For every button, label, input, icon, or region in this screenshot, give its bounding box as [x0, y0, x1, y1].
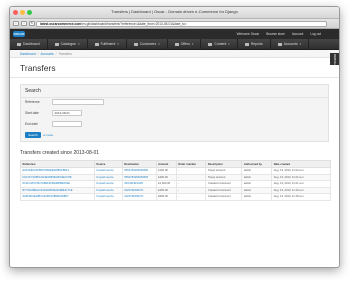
end-date-input[interactable]	[52, 121, 82, 127]
breadcrumb-accounts[interactable]: Accounts	[40, 52, 53, 56]
column-header[interactable]: Destination	[121, 160, 157, 168]
amount-cell: £500.00	[155, 193, 177, 201]
browse-store-link[interactable]: Browse store	[266, 32, 285, 36]
top-bar: OSCAR Welcome Oscar Browse store Account…	[10, 29, 339, 65]
browser-window: Transfers | Dashboard | Oscar - Domain d…	[9, 6, 340, 268]
breadcrumb-transfers: Transfers	[58, 52, 72, 56]
url-host: latest.oscarcommerce.com	[40, 22, 82, 26]
description-cell: Created of account	[205, 193, 243, 201]
chevron-down-icon: ▾	[191, 42, 194, 46]
title-bar: Transfers | Dashboard | Oscar - Domain d…	[10, 7, 339, 19]
chevron-down-icon: ▾	[299, 42, 302, 46]
oscar-logo[interactable]: OSCAR	[13, 31, 25, 37]
menu-offers[interactable]: Offers ▾	[168, 38, 202, 50]
catalogue-icon	[54, 42, 59, 46]
url-field[interactable]: latest.oscarcommerce.com/en-gb/dashboard…	[36, 21, 327, 27]
menu-dashboard[interactable]: Dashboard	[10, 38, 48, 50]
chevron-down-icon: ▾	[228, 42, 230, 46]
debug-toolbar-tab[interactable]: DEBUG	[330, 53, 339, 65]
breadcrumb-dashboard[interactable]: Dashboard	[20, 52, 36, 56]
start-date-input[interactable]: 2013-08-01	[52, 110, 82, 116]
reset-link[interactable]: or reset	[43, 133, 53, 137]
welcome-text: Welcome Oscar	[236, 32, 260, 36]
end-date-label: End date	[25, 122, 38, 126]
reports-icon	[244, 42, 249, 46]
accounts-icon	[277, 42, 282, 46]
menu-fulfilment[interactable]: Fulfilment ▾	[88, 38, 127, 50]
menu-catalogue[interactable]: Catalogue ▾	[48, 38, 88, 50]
logout-link[interactable]: Log out	[310, 32, 321, 36]
reload-button[interactable]: ↻	[29, 21, 35, 26]
chevron-down-icon: ▾	[78, 42, 80, 46]
search-heading: Search	[21, 85, 328, 98]
date-created-cell: Aug. 13, 2013, 11:18 a.m.	[271, 193, 331, 201]
authorised-by-cell: admin	[241, 193, 273, 201]
search-button[interactable]: Search	[25, 132, 41, 138]
menu-accounts[interactable]: Accounts ▾	[271, 38, 310, 50]
column-header[interactable]: Amount	[155, 160, 177, 168]
end-date-row: End date	[25, 121, 82, 127]
start-date-label: Start date	[25, 111, 39, 115]
offers-icon	[174, 42, 179, 46]
account-link[interactable]: Account	[292, 32, 304, 36]
column-header[interactable]: Order number	[175, 160, 207, 168]
window-title: Transfers | Dashboard | Oscar - Domain d…	[111, 9, 238, 14]
dashboard-icon	[17, 42, 21, 46]
search-panel: Search Reference Start date 2013-08-01 E…	[20, 84, 329, 142]
destination-cell[interactable]: 2023762490371	[121, 193, 157, 201]
source-cell[interactable]: Unpaid source	[93, 193, 123, 201]
customers-icon	[133, 42, 138, 46]
reference-row: Reference	[25, 99, 104, 105]
page-title: Transfers	[10, 58, 339, 78]
address-bar: ‹ › ↻ latest.oscarcommerce.com/en-gb/das…	[10, 19, 339, 29]
column-header[interactable]: Description	[205, 160, 243, 168]
main-menu: Dashboard Catalogue ▾ Fulfilment ▾ Custome…	[10, 38, 339, 50]
table-title: Transfers created since 2013-08-01	[20, 150, 100, 156]
breadcrumb: Dashboard / Accounts / Transfers	[10, 50, 339, 58]
table-row: 9A6F5D2E18B7A429D4C8B3D3D8D7 Unpaid sour…	[20, 193, 331, 201]
content-icon	[208, 42, 213, 46]
column-header[interactable]: Reference	[20, 160, 95, 168]
url-path: /en-gb/dashboard/transfers/?reference=&d…	[81, 22, 187, 26]
chevron-down-icon: ▾	[117, 42, 119, 46]
reference-input[interactable]	[52, 99, 104, 105]
chevron-down-icon: ▾	[158, 42, 160, 46]
reference-label: Reference	[25, 100, 40, 104]
table-header-row: Reference Source Destination Amount Orde…	[20, 160, 331, 168]
start-date-row: Start date 2013-08-01	[25, 110, 82, 116]
fulfilment-icon	[94, 42, 99, 46]
column-header[interactable]: Date created	[271, 160, 331, 168]
menu-reports[interactable]: Reports	[238, 38, 271, 50]
menu-customers[interactable]: Customers ▾	[127, 38, 168, 50]
column-header[interactable]: Authorised by	[241, 160, 273, 168]
transfers-table: Reference Source Destination Amount Orde…	[20, 160, 331, 201]
column-header[interactable]: Source	[93, 160, 123, 168]
forward-button[interactable]: ›	[21, 21, 27, 26]
back-button[interactable]: ‹	[13, 21, 19, 26]
order-number-cell: -	[175, 193, 207, 201]
menu-content[interactable]: Content ▾	[201, 38, 238, 50]
reference-cell[interactable]: 9A6F5D2E18B7A429D4C8B3D3D8D7	[20, 193, 95, 201]
